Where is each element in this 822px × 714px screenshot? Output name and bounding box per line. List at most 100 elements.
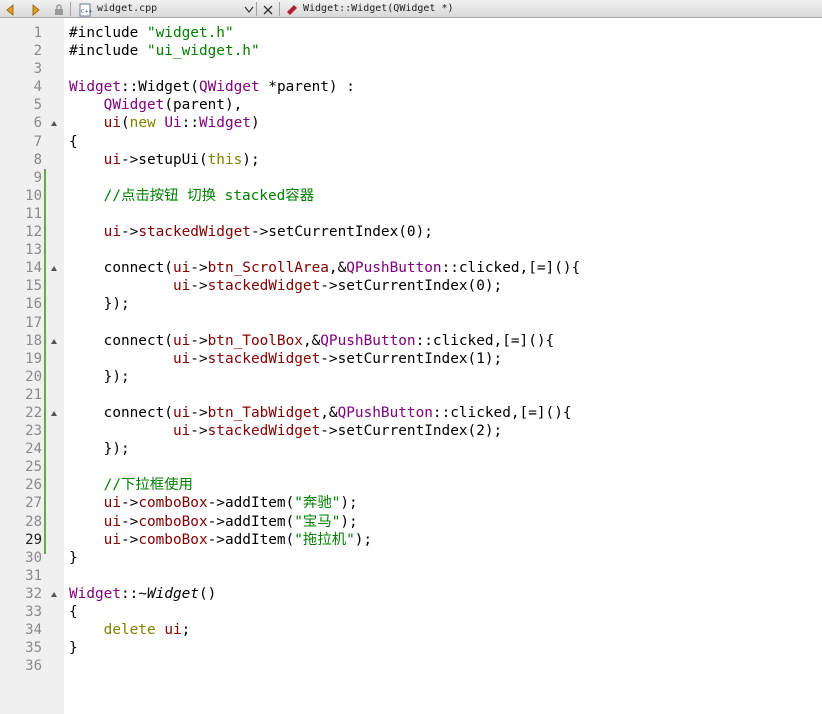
code-line[interactable]: 17 <box>0 314 822 332</box>
line-number: 5 <box>33 97 42 114</box>
fold-marker-icon[interactable] <box>51 338 57 344</box>
code-token: ui <box>103 495 121 512</box>
code-text: ui->comboBox->addItem("宝马"); <box>69 513 358 531</box>
code-token: ::Widget( <box>120 79 199 96</box>
code-line[interactable]: 26 //下拉框使用 <box>0 476 822 494</box>
line-number: 35 <box>25 640 42 657</box>
code-line[interactable]: 19 ui->stackedWidget->setCurrentIndex(1)… <box>0 350 822 368</box>
code-line[interactable]: 10 //点击按钮 切换 stacked容器 <box>0 187 822 205</box>
code-token: "ui_widget.h" <box>146 43 260 60</box>
code-token: ->setCurrentIndex(1); <box>320 350 503 367</box>
code-line[interactable]: 3 <box>0 60 822 78</box>
code-token: ::clicked,[=](){ <box>432 404 572 421</box>
code-line[interactable]: 7{ <box>0 133 822 151</box>
code-line[interactable]: 32 Widget::~Widget() <box>0 585 822 603</box>
code-text: connect(ui->btn_ScrollArea,&QPushButton:… <box>69 259 581 277</box>
back-arrow-icon[interactable] <box>4 2 18 16</box>
code-line[interactable]: 28 ui->comboBox->addItem("宝马"); <box>0 513 822 531</box>
code-token: ; <box>181 622 191 639</box>
code-line[interactable]: 2 #include "ui_widget.h" <box>0 42 822 60</box>
code-token: :: <box>181 115 199 132</box>
cpp-file-icon: C++ <box>78 2 93 17</box>
code-text: ui->stackedWidget->setCurrentIndex(1); <box>69 350 502 368</box>
code-text: ui->setupUi(this); <box>69 151 260 169</box>
code-line[interactable]: 33 { <box>0 603 822 621</box>
code-line[interactable]: 11 <box>0 205 822 223</box>
code-text: { <box>69 133 78 151</box>
code-token: -> <box>190 260 208 277</box>
code-line[interactable]: 15 ui->stackedWidget->setCurrentIndex(0)… <box>0 277 822 295</box>
code-text: ui(new Ui::Widget) <box>69 114 260 132</box>
code-token: delete <box>103 622 156 639</box>
code-line[interactable]: 20 }); <box>0 368 822 386</box>
code-line[interactable]: 14 connect(ui->btn_ScrollArea,&QPushButt… <box>0 259 822 277</box>
code-line[interactable]: 1 #include "widget.h" <box>0 24 822 42</box>
code-token: }); <box>69 296 130 313</box>
code-editor[interactable]: 1 #include "widget.h" 2 #include "ui_widget… <box>0 24 822 675</box>
code-line[interactable]: 22 connect(ui->btn_TabWidget,&QPushButto… <box>0 404 822 422</box>
code-line[interactable]: 23 ui->stackedWidget->setCurrentIndex(2)… <box>0 422 822 440</box>
code-token: -> <box>190 423 208 440</box>
code-line[interactable]: 25 <box>0 458 822 476</box>
code-token: ui <box>103 531 121 548</box>
code-text: #include "widget.h" <box>69 24 234 42</box>
code-text: }); <box>69 295 130 313</box>
code-token: -> <box>120 513 139 530</box>
fold-marker-icon[interactable] <box>51 410 57 416</box>
code-line[interactable]: 21 <box>0 386 822 404</box>
code-text: { <box>69 603 78 621</box>
lock-icon[interactable] <box>52 2 66 16</box>
fold-marker-icon[interactable] <box>51 591 57 597</box>
code-text: connect(ui->btn_TabWidget,&QPushButton::… <box>69 404 572 422</box>
code-line[interactable]: 16 }); <box>0 295 822 313</box>
code-line[interactable]: 31 <box>0 567 822 585</box>
code-token: connect( <box>69 404 173 421</box>
line-number: 3 <box>33 61 42 78</box>
code-token: ); <box>354 531 373 548</box>
code-token: -> <box>190 278 208 295</box>
code-line[interactable]: 12 ui->stackedWidget->setCurrentIndex(0)… <box>0 223 822 241</box>
line-number: 18 <box>25 332 42 349</box>
line-number: 36 <box>25 658 42 675</box>
code-token: "宝马" <box>294 513 341 530</box>
code-token: Widget <box>198 115 251 132</box>
code-token: Ui <box>164 115 182 132</box>
code-line[interactable]: 4 Widget::Widget(QWidget *parent) : <box>0 78 822 96</box>
code-line[interactable]: 30} <box>0 549 822 567</box>
forward-arrow-icon[interactable] <box>28 2 42 16</box>
code-line[interactable]: 35} <box>0 639 822 657</box>
code-token: btn_TabWidget <box>207 404 321 421</box>
code-token: "奔驰" <box>294 495 341 512</box>
code-token: //下拉框使用 <box>69 477 193 494</box>
line-number: 11 <box>25 205 42 222</box>
code-line[interactable]: 24 }); <box>0 440 822 458</box>
fold-marker-icon[interactable] <box>51 121 57 127</box>
code-token: Widget <box>146 585 199 602</box>
code-line[interactable]: 18 connect(ui->btn_ToolBox,&QPushButton:… <box>0 332 822 350</box>
code-line[interactable]: 6 ui(new Ui::Widget) <box>0 114 822 132</box>
code-line[interactable]: 8 ui->setupUi(this); <box>0 151 822 169</box>
code-line[interactable]: 36 <box>0 657 822 675</box>
code-line[interactable]: 29 ui->comboBox->addItem("拖拉机"); <box>0 531 822 549</box>
code-line[interactable]: 27 ui->comboBox->addItem("奔驰"); <box>0 494 822 512</box>
code-token: ->addItem( <box>207 531 295 548</box>
fold-marker-icon[interactable] <box>51 266 57 272</box>
code-token: comboBox <box>138 531 208 548</box>
split-icon[interactable] <box>242 2 256 16</box>
code-line[interactable]: 5 QWidget(parent), <box>0 96 822 114</box>
code-line[interactable]: 9 <box>0 169 822 187</box>
symbol-dropdown[interactable]: Widget::Widget(QWidget *) <box>303 2 454 16</box>
file-name-dropdown[interactable]: widget.cpp <box>97 2 157 16</box>
code-line[interactable]: 34 delete ui; <box>0 621 822 639</box>
code-line[interactable]: 13 <box>0 241 822 259</box>
code-token: #include <box>69 43 147 60</box>
line-number: 13 <box>25 242 42 259</box>
code-token: -> <box>120 224 139 241</box>
line-number: 26 <box>25 477 42 494</box>
code-token: ui <box>164 622 182 639</box>
line-number: 33 <box>25 604 42 620</box>
close-icon[interactable] <box>261 2 275 16</box>
code-text: } <box>69 639 78 657</box>
